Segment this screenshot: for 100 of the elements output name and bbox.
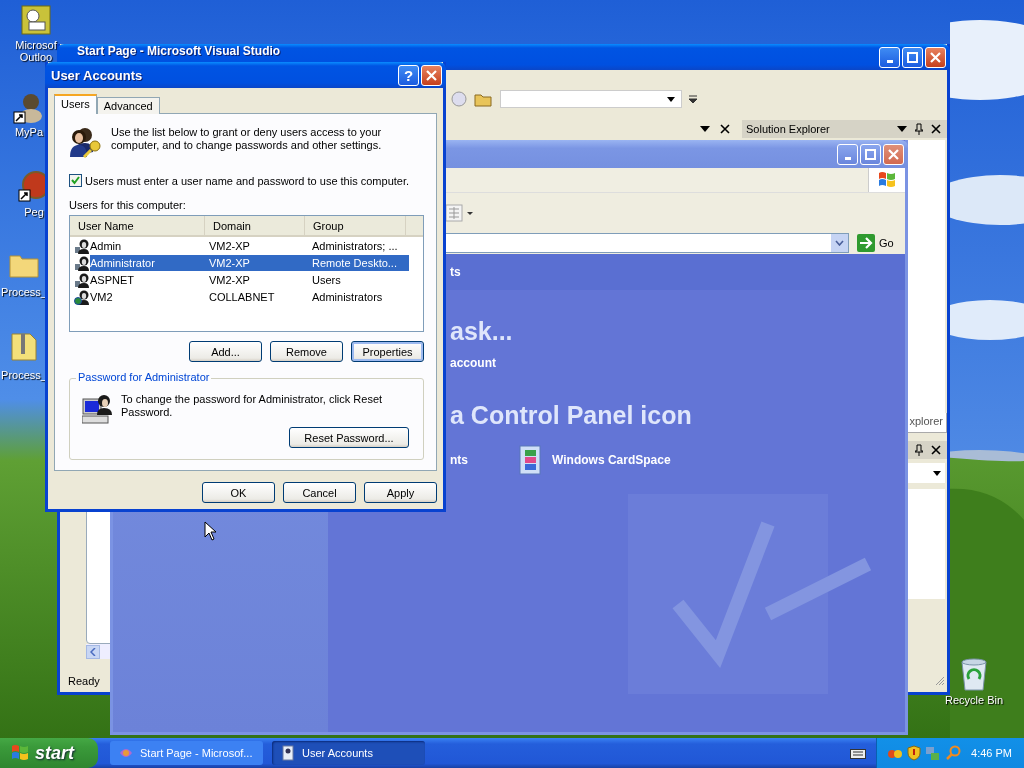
heading: ask...	[449, 317, 513, 346]
column-header[interactable]: Domain	[205, 216, 305, 235]
control-panel-item[interactable]: nts	[450, 453, 468, 467]
reset-password-button[interactable]: Reset Password...	[289, 427, 409, 448]
list-cell-text: VM2-XP	[208, 273, 251, 286]
checkbox[interactable]	[69, 174, 82, 187]
list-row[interactable]: VM2 COLLABNET Administrators	[90, 288, 409, 305]
icon-label: Recycle Bin	[944, 694, 1004, 706]
checkbox-label[interactable]: Users must enter a user name and password to use this computer.	[85, 174, 410, 187]
dropdown-button[interactable]	[831, 234, 848, 252]
list-cell-text: Administrator	[90, 256, 156, 269]
list-label: Users for this computer:	[69, 199, 187, 211]
dialog-button[interactable]: OK	[202, 482, 275, 503]
close-icon	[930, 51, 941, 63]
close-icon[interactable]	[720, 124, 730, 134]
dropdown-icon[interactable]	[700, 126, 710, 132]
control-panel-item[interactable]: Windows CardSpace	[518, 444, 671, 476]
status-text: Ready	[68, 674, 100, 687]
resize-grip-icon[interactable]	[935, 675, 945, 686]
folder-icon[interactable]	[9, 252, 39, 278]
mouse-pointer-icon	[204, 521, 217, 542]
icon-label: Peg	[24, 206, 44, 218]
tab[interactable]: Advanced	[96, 97, 160, 114]
list-cell-text: Remote Deskto...	[311, 256, 398, 269]
dropdown-icon[interactable]	[897, 126, 907, 132]
close-icon[interactable]	[931, 445, 941, 455]
windows-flag-icon	[877, 171, 897, 189]
instruction-text: To change the password for Administrator, click Reset Password.	[121, 393, 384, 419]
zipped-folder-icon[interactable]	[10, 331, 38, 361]
dropdown-field[interactable]	[500, 90, 682, 108]
minimize-icon	[844, 156, 851, 160]
views-icon[interactable]	[445, 203, 475, 222]
dialog-button[interactable]: Apply	[364, 482, 437, 503]
computer-user-icon	[82, 393, 114, 425]
figure-shortcut-icon[interactable]	[13, 92, 45, 124]
window-title: Start Page - Microsoft Visual Studio	[77, 44, 281, 58]
dialog-button[interactable]: Cancel	[283, 482, 356, 503]
help-button[interactable]: ?	[398, 64, 419, 86]
list-cell-text: Administrators; ...	[311, 239, 399, 252]
recycle-bin-icon[interactable]	[959, 657, 989, 691]
icon-label: Microsof	[15, 39, 57, 51]
taskbar-button[interactable]: User Accounts	[272, 741, 425, 765]
close-button[interactable]	[421, 64, 442, 86]
panel-tab[interactable]: xplorer	[905, 413, 947, 433]
maximize-icon	[907, 51, 918, 63]
list-cell-text: VM2	[90, 290, 114, 303]
list-cell-text: Admin	[90, 239, 123, 252]
dialog-button[interactable]: Remove	[270, 341, 343, 362]
list-row[interactable]: ASPNET VM2-XP Users	[90, 271, 409, 288]
list-cell-text: Administrators	[311, 290, 384, 303]
arrow-icon	[857, 234, 875, 252]
user-card-icon	[280, 745, 296, 761]
list-cell-text: VM2-XP	[208, 239, 251, 252]
scroll-left-button[interactable]	[86, 644, 100, 659]
list-cell-text: VM2-XP	[208, 256, 251, 269]
task-link[interactable]: account	[450, 356, 496, 370]
tab[interactable]: Users	[54, 94, 97, 114]
clock: 4:46 PM	[971, 747, 1012, 759]
keyboard-icon[interactable]	[850, 747, 866, 759]
dialog-button[interactable]: Properties	[351, 341, 424, 362]
minimize-button[interactable]	[837, 143, 858, 165]
dropdown-icon	[933, 470, 941, 476]
panel-title: Solution Explorer	[746, 123, 830, 135]
pin-icon[interactable]	[915, 123, 923, 135]
group-title: Password for Administrator	[76, 371, 212, 383]
close-icon	[888, 148, 899, 160]
minimize-button[interactable]	[879, 46, 900, 68]
windows-flag-icon	[10, 744, 30, 762]
user-icon	[74, 271, 90, 288]
column-header[interactable]: Group	[305, 216, 406, 235]
user-icon	[74, 254, 90, 271]
start-button[interactable]: start	[0, 738, 98, 768]
close-icon[interactable]	[931, 124, 941, 134]
scrollbar[interactable]	[86, 644, 110, 659]
header-text: ts	[450, 265, 461, 279]
dialog-button[interactable]: Add...	[189, 341, 262, 362]
list-cell-text: COLLABNET	[208, 290, 276, 303]
card-icon	[518, 444, 544, 476]
taskbar-button[interactable]: Start Page - Microsof...	[110, 741, 263, 765]
list-cell-text: ASPNET	[90, 273, 135, 286]
overflow-icon[interactable]	[688, 93, 698, 105]
list-row[interactable]: Administrator VM2-XP Remote Deskto...	[90, 254, 409, 271]
pin-icon[interactable]	[915, 444, 923, 456]
caret-icon	[835, 240, 844, 246]
close-button[interactable]	[925, 46, 946, 68]
go-button[interactable]: Go	[853, 233, 905, 253]
instruction-text: Use the list below to grant or deny users access to your computer, and to change passwords and other settings.	[111, 126, 383, 152]
window-title: User Accounts	[51, 67, 143, 83]
shield-icon[interactable]	[907, 745, 921, 761]
user-icon	[74, 288, 90, 305]
heading: a Control Panel icon	[449, 401, 692, 430]
users-key-icon	[69, 126, 103, 158]
column-header[interactable]: User Name	[70, 216, 205, 235]
list-cell-text: Users	[311, 273, 342, 286]
close-button[interactable]	[883, 143, 904, 165]
maximize-button[interactable]	[902, 46, 923, 68]
icon-label: MyPa	[14, 126, 44, 138]
maximize-button[interactable]	[860, 143, 881, 165]
minimize-icon	[886, 59, 893, 63]
list-row[interactable]: Admin VM2-XP Administrators; ...	[90, 237, 409, 254]
